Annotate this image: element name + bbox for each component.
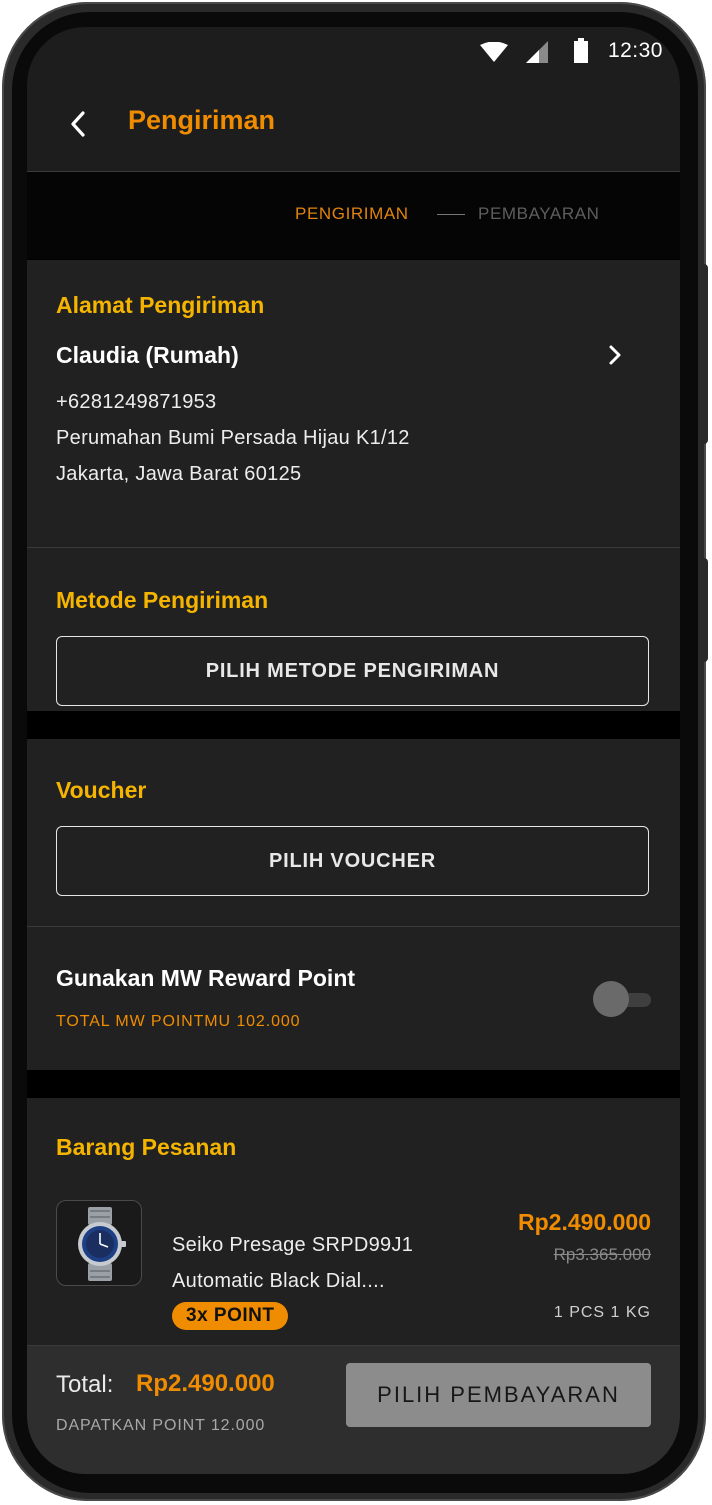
earn-points-text: DAPATKAN POINT 12.000 — [56, 1417, 266, 1434]
reward-point-title: Gunakan MW Reward Point — [56, 965, 356, 991]
product-price: Rp2.490.000 — [518, 1209, 651, 1235]
voucher-reward-card: Voucher PILIH VOUCHER Gunakan MW Reward … — [27, 739, 680, 1070]
power-button — [700, 558, 708, 662]
checkout-bar: Total: Rp2.490.000 DAPATKAN POINT 12.000… — [27, 1345, 680, 1474]
volume-button — [700, 264, 708, 444]
order-items-card: Barang Pesanan Seiko Presage SRPD99J1 Au… — [27, 1098, 680, 1358]
product-quantity-weight: 1 PCS 1 KG — [553, 1304, 651, 1321]
signal-icon — [526, 41, 548, 63]
section-divider — [27, 547, 680, 548]
back-arrow-icon[interactable] — [65, 107, 89, 141]
product-thumbnail — [56, 1200, 142, 1286]
choose-payment-button[interactable]: PILIH PEMBAYARAN — [346, 1363, 651, 1427]
step-connector — [437, 214, 465, 215]
checkout-stepper: PENGIRIMAN PEMBAYARAN — [27, 172, 680, 259]
status-time: 12:30 — [607, 39, 663, 62]
product-name-line-1: Seiko Presage SRPD99J1 — [172, 1234, 414, 1256]
total-amount: Rp2.490.000 — [136, 1370, 275, 1397]
address-row[interactable]: Claudia (Rumah) +6281249871953 Perumahan… — [27, 320, 680, 520]
app-header: Pengiriman — [27, 77, 680, 172]
address-line-2: Jakarta, Jawa Barat 60125 — [56, 463, 302, 485]
step-shipping: PENGIRIMAN — [295, 204, 409, 223]
toggle-track — [601, 993, 651, 1007]
address-line-1: Perumahan Bumi Persada Hijau K1/12 — [56, 427, 410, 449]
product-name-line-2: Automatic Black Dial.... — [172, 1270, 385, 1292]
reward-point-row: Gunakan MW Reward Point TOTAL MW POINTMU… — [27, 927, 680, 1070]
page-title: Pengiriman — [128, 105, 276, 135]
address-shipping-card: Alamat Pengiriman Claudia (Rumah) +62812… — [27, 260, 680, 711]
app-screen: 12:30 Pengiriman PENGIRIMAN PEMBAYARAN A… — [27, 27, 680, 1474]
recipient-phone: +6281249871953 — [56, 391, 217, 413]
battery-icon — [574, 38, 588, 63]
shipping-section-title: Metode Pengiriman — [56, 587, 269, 613]
address-section-title: Alamat Pengiriman — [56, 292, 265, 318]
choose-voucher-button[interactable]: PILIH VOUCHER — [56, 826, 649, 896]
step-payment: PEMBAYARAN — [478, 204, 600, 223]
choose-shipping-button[interactable]: PILIH METODE PENGIRIMAN — [56, 636, 649, 706]
status-bar: 12:30 — [27, 27, 680, 77]
reward-point-total: TOTAL MW POINTMU 102.000 — [56, 1013, 301, 1030]
order-item[interactable]: Seiko Presage SRPD99J1 Automatic Black D… — [27, 1098, 680, 1358]
product-original-price: Rp3.365.000 — [553, 1245, 651, 1264]
toggle-knob[interactable] — [593, 981, 629, 1017]
voucher-section-title: Voucher — [56, 777, 147, 803]
wristwatch-icon — [78, 1207, 126, 1281]
point-multiplier-badge: 3x POINT — [172, 1302, 289, 1330]
chevron-right-icon — [609, 345, 621, 365]
wifi-icon — [480, 42, 508, 62]
reward-point-toggle[interactable] — [27, 927, 680, 1070]
recipient-name: Claudia (Rumah) — [56, 342, 239, 368]
total-label: Total: — [56, 1371, 114, 1398]
